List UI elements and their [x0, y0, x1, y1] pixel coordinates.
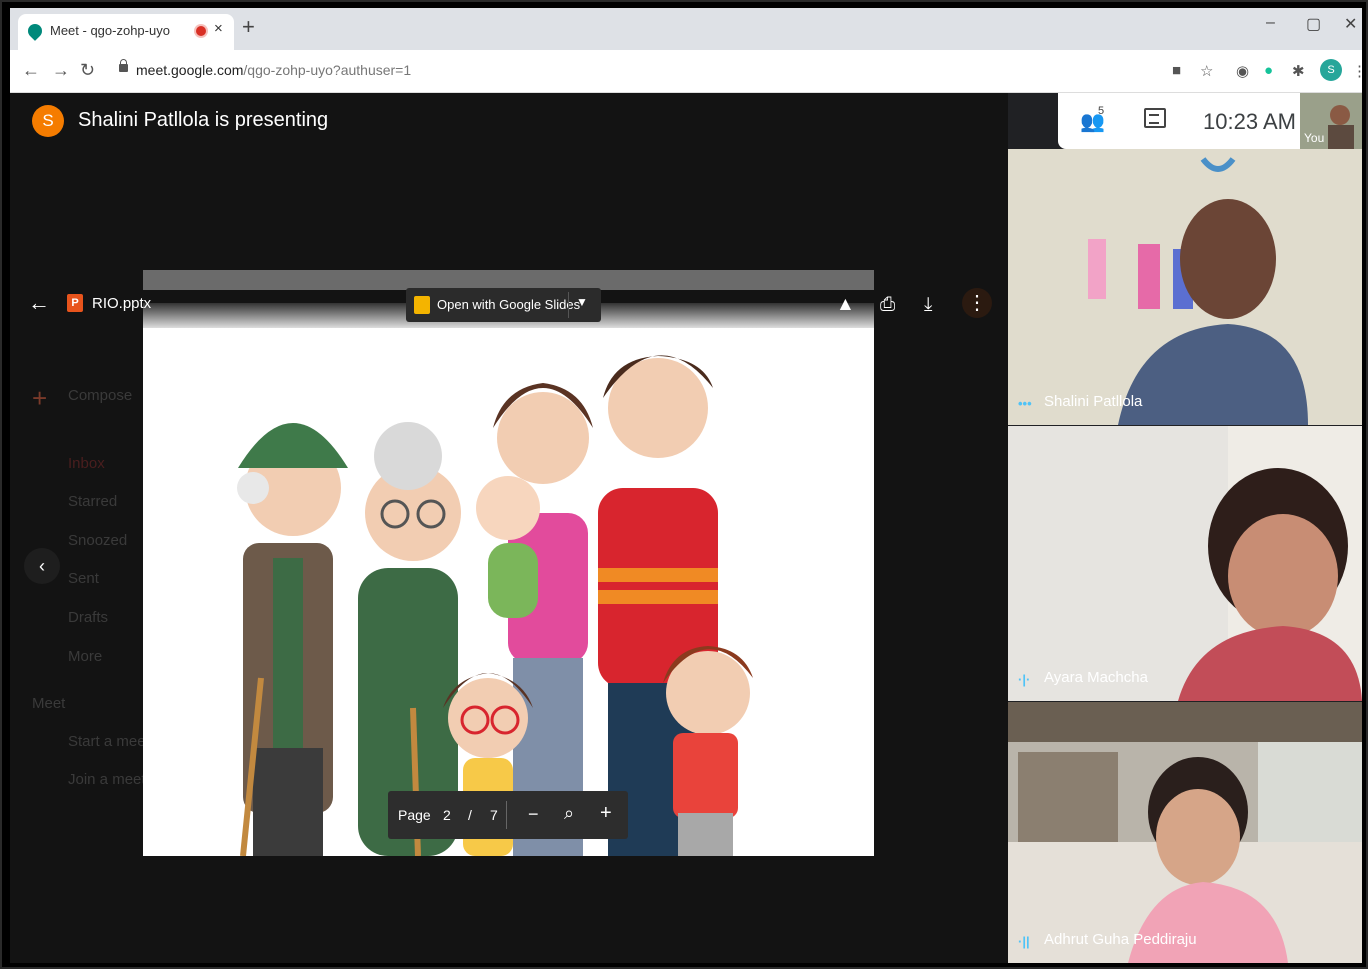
reload-icon[interactable]: ↻ — [80, 60, 95, 81]
participant-video — [1008, 702, 1362, 963]
extensions-puzzle-icon[interactable]: ✱ — [1292, 62, 1305, 80]
gmail-item-more: More — [68, 648, 103, 665]
chat-icon[interactable] — [1144, 108, 1166, 128]
add-to-drive-icon[interactable]: ▲ — [836, 294, 855, 316]
compose-label: Compose — [68, 387, 133, 404]
open-with-google-slides-button[interactable]: Open with Google Slides ▼ — [406, 288, 601, 322]
zoom-icon[interactable]: ⌕ — [564, 803, 574, 824]
self-view-tile[interactable]: You — [1300, 93, 1362, 149]
previous-slide-icon[interactable]: ‹ — [24, 548, 60, 584]
audio-indicator-icon: ·|| — [1018, 934, 1030, 949]
meet-favicon-icon — [25, 21, 45, 41]
meet-window: S Shalini Patllola is presenting + Compo… — [10, 93, 1362, 963]
participant-tile[interactable]: ••• Shalini Patllola — [1008, 149, 1362, 425]
gmail-item-sent: Sent — [68, 570, 99, 587]
current-page[interactable]: 2 — [443, 807, 451, 823]
download-icon[interactable]: ⤓ — [924, 294, 932, 316]
meeting-controls: 👥 5 10:23 AM — [1058, 93, 1300, 149]
browser-tab[interactable]: Meet - qgo-zohp-uyo × — [18, 14, 234, 50]
audio-indicator-icon: ·|· — [1018, 672, 1031, 687]
zoom-out-icon[interactable]: − — [528, 804, 539, 825]
grammarly-icon[interactable]: ● — [1264, 62, 1273, 79]
close-window-button[interactable]: ✕ — [1344, 14, 1357, 34]
zoom-in-icon[interactable]: + — [600, 802, 612, 825]
slide-image — [143, 328, 874, 856]
presenter-text: Shalini Patllola is presenting — [78, 109, 329, 131]
open-with-label: Open with Google Slides — [437, 297, 581, 312]
url-path: /qgo-zohp-uyo?authuser=1 — [243, 62, 412, 78]
back-arrow-icon[interactable]: ← — [22, 60, 40, 81]
speaking-indicator-icon: ••• — [1018, 396, 1032, 411]
url-host: meet.google.com — [136, 62, 244, 78]
meeting-clock: 10:23 AM — [1203, 109, 1296, 134]
slide-top-strip — [143, 270, 874, 290]
self-view-label: You — [1304, 131, 1325, 145]
page-separator: / — [468, 807, 472, 823]
page-navigator: Page 2 / 7 − ⌕ + — [388, 791, 628, 839]
browser-menu-icon[interactable]: ⋮ — [1352, 62, 1367, 80]
powerpoint-file-icon: P — [67, 294, 83, 312]
google-slides-icon — [414, 296, 430, 314]
participant-name: Ayara Machcha — [1044, 669, 1148, 686]
gmail-meet-header: Meet — [32, 695, 66, 712]
gmail-meet-start: Start a meet — [68, 733, 150, 750]
pager-divider — [506, 801, 507, 829]
browser-tab-bar: Meet - qgo-zohp-uyo × + – ▢ ✕ — [10, 8, 1362, 50]
participant-name: Shalini Patllola — [1044, 393, 1143, 410]
new-tab-button[interactable]: + — [242, 16, 255, 38]
gmail-item-drafts: Drafts — [68, 609, 109, 626]
gmail-item-starred: Starred — [68, 493, 118, 510]
gmail-item-inbox: Inbox — [68, 455, 105, 472]
viewer-toolbar: ← P RIO.pptx Open with Google Slides ▼ ▲… — [10, 288, 1008, 328]
family-illustration — [237, 355, 753, 856]
page-label: Page — [398, 807, 431, 823]
participant-video — [1008, 426, 1362, 701]
participant-video — [1008, 149, 1362, 425]
more-options-icon[interactable]: ⋮ — [962, 288, 992, 318]
viewer-filename: RIO.pptx — [92, 295, 152, 312]
participant-tile[interactable]: ·|· Ayara Machcha — [1008, 426, 1362, 701]
lock-icon — [119, 59, 128, 72]
browser-nav-bar: ← → ↻ meet.google.com/qgo-zohp-uyo?authu… — [10, 50, 1367, 93]
total-pages: 7 — [490, 807, 498, 823]
tab-title: Meet - qgo-zohp-uyo — [50, 23, 170, 38]
minimize-button[interactable]: – — [1266, 14, 1275, 32]
gmail-item-snoozed: Snoozed — [68, 532, 128, 549]
open-with-divider — [568, 292, 569, 318]
maximize-button[interactable]: ▢ — [1306, 14, 1321, 34]
extension-icon[interactable]: ◉ — [1236, 62, 1249, 80]
viewer-back-arrow-icon[interactable]: ← — [28, 290, 50, 316]
compose-plus-icon: + — [32, 383, 48, 413]
participant-tile[interactable]: ·|| Adhrut Guha Peddiraju — [1008, 702, 1362, 963]
tab-close-button[interactable]: × — [214, 20, 223, 37]
chevron-down-icon[interactable]: ▼ — [576, 295, 588, 309]
address-bar[interactable]: meet.google.com/qgo-zohp-uyo?authuser=1 — [136, 62, 411, 78]
print-icon[interactable]: ⎙ — [880, 294, 895, 316]
participant-name: Adhrut Guha Peddiraju — [1044, 931, 1197, 948]
gmail-meet-join: Join a meeti — [68, 771, 149, 788]
bookmark-star-icon[interactable]: ☆ — [1200, 62, 1213, 80]
participant-count: 5 — [1098, 105, 1105, 117]
recording-dot-icon — [196, 26, 206, 36]
camera-indicator-icon[interactable]: ■ — [1172, 62, 1181, 79]
presentation-stage: S Shalini Patllola is presenting + Compo… — [10, 93, 1008, 963]
profile-avatar[interactable]: S — [1320, 59, 1342, 81]
presenter-avatar: S — [32, 105, 64, 137]
forward-arrow-icon[interactable]: → — [52, 60, 70, 81]
